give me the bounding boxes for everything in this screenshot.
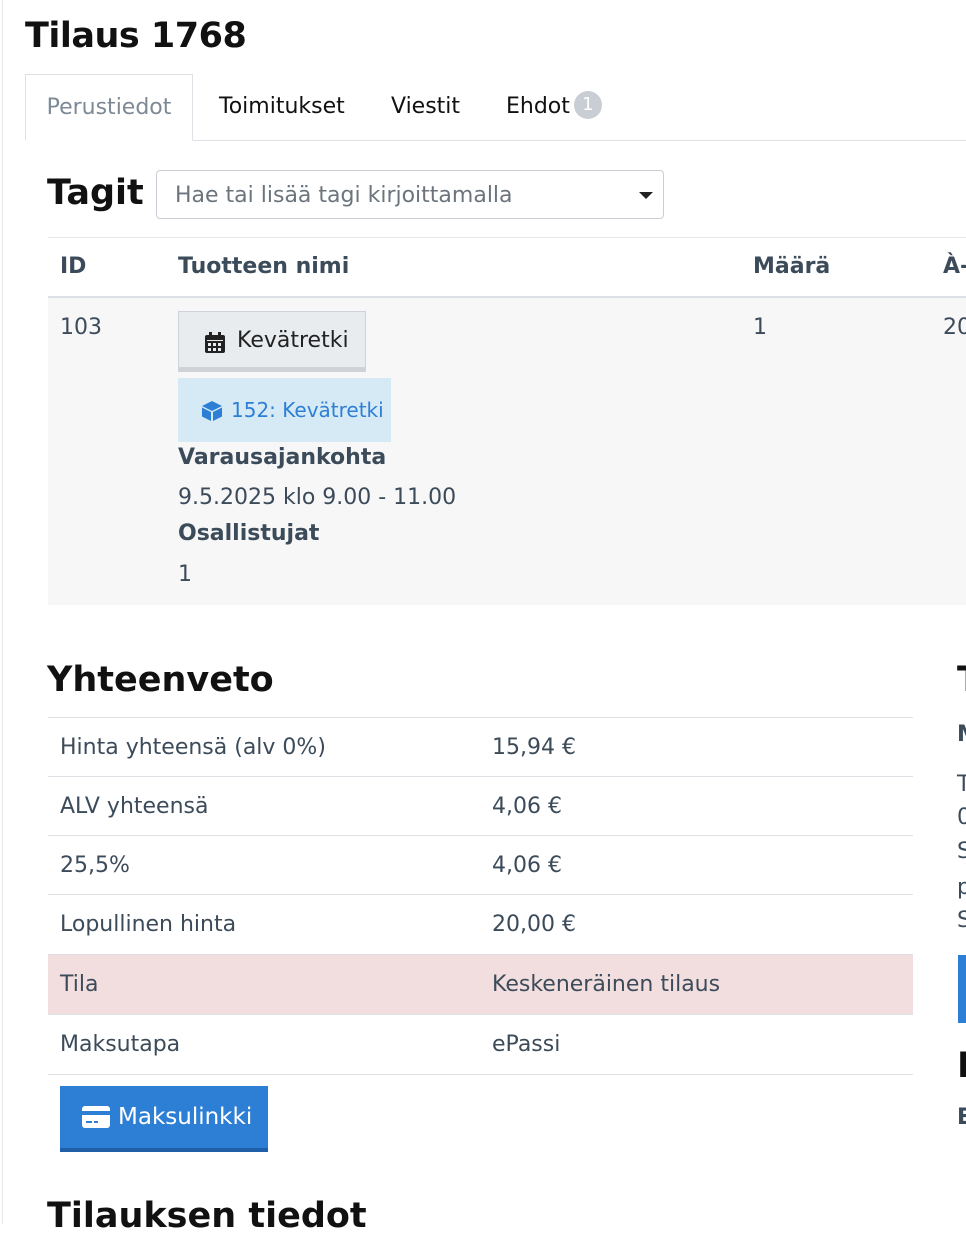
row-id: 103 (60, 315, 102, 340)
summary-row: Hinta yhteensä (alv 0%) 15,94 € (48, 717, 913, 777)
tag-search-select[interactable]: Hae tai lisää tagi kirjoittamalla (156, 170, 664, 219)
right-panel-second-text: E (957, 1105, 966, 1130)
right-panel-text-line: p (957, 875, 966, 900)
summary-row: ALV yhteensä 4,06 € (48, 776, 913, 836)
right-panel-title: T (957, 660, 966, 700)
product-link-label: 152: Kevätretki (231, 398, 384, 422)
summary-value: 4,06 € (492, 853, 562, 878)
tags-label: Tagit (47, 173, 144, 213)
table-row: 103 Kevätretki 152: Kevätretki Varausaja… (48, 298, 966, 605)
summary-value: 20,00 € (492, 912, 576, 937)
column-header-unit-price[interactable]: À- (943, 238, 966, 296)
summary-label: ALV yhteensä (60, 794, 209, 819)
cube-icon (202, 401, 222, 421)
summary-row: Lopullinen hinta 20,00 € (48, 894, 913, 954)
product-link[interactable]: 152: Kevätretki (178, 378, 391, 442)
tab-viestit[interactable]: Viestit (391, 74, 460, 140)
tag-search-placeholder: Hae tai lisää tagi kirjoittamalla (175, 183, 513, 208)
participants-value: 1 (178, 562, 192, 587)
payment-method-value: ePassi (492, 1032, 561, 1057)
payment-method-label: Maksutapa (60, 1032, 181, 1057)
content-left-border (2, 0, 3, 1224)
status-label: Tila (60, 972, 99, 997)
summary-label: Hinta yhteensä (alv 0%) (60, 735, 326, 760)
payment-link-label: Maksulinkki (118, 1104, 253, 1130)
summary-row: Maksutapa ePassi (48, 1014, 913, 1075)
right-panel-text-line: 0 (957, 805, 966, 830)
summary-title: Yhteenveto (47, 660, 274, 700)
right-panel-button[interactable] (958, 955, 966, 1023)
status-row: Tila Keskeneräinen tilaus (48, 954, 913, 1014)
row-quantity: 1 (753, 315, 767, 340)
order-info-title: Tilauksen tiedot (47, 1196, 367, 1236)
booking-time-label: Varausajankohta (178, 445, 387, 470)
page-title: Tilaus 1768 (25, 16, 247, 56)
tab-ehdot-count-badge: 1 (573, 91, 602, 119)
right-panel-second-title: L (957, 1046, 966, 1086)
order-tabs: Perustiedot Toimitukset Viestit Ehdot 1 (25, 74, 966, 141)
tab-toimitukset[interactable]: Toimitukset (219, 74, 345, 140)
right-panel-text-line: S (957, 839, 966, 864)
column-header-product-name[interactable]: Tuotteen nimi (178, 238, 349, 296)
event-button-label: Kevätretki (237, 328, 349, 353)
column-header-id[interactable]: ID (60, 238, 86, 296)
status-value: Keskeneräinen tilaus (492, 972, 721, 997)
products-table-header: ID Tuotteen nimi Määrä À- (48, 237, 966, 299)
summary-label: 25,5% (60, 853, 130, 878)
calendar-icon (205, 332, 225, 353)
summary-label: Lopullinen hinta (60, 912, 237, 937)
summary-row: 25,5% 4,06 € (48, 835, 913, 895)
summary-value: 4,06 € (492, 794, 562, 819)
right-panel-text-line: S (957, 908, 966, 933)
right-panel-subtitle: M (957, 722, 966, 747)
tab-ehdot-label: Ehdot (506, 94, 570, 119)
summary-value: 15,94 € (492, 735, 576, 760)
tab-perustiedot[interactable]: Perustiedot (25, 74, 193, 141)
row-unit-price: 20 (943, 315, 966, 340)
booking-time-value: 9.5.2025 klo 9.00 - 11.00 (178, 485, 457, 510)
chevron-down-icon[interactable] (639, 192, 653, 199)
event-button[interactable]: Kevätretki (178, 311, 366, 372)
participants-label: Osallistujat (178, 521, 320, 546)
right-panel-text-line: T (957, 772, 966, 797)
credit-card-icon (82, 1106, 110, 1128)
column-header-quantity[interactable]: Määrä (753, 238, 830, 296)
payment-link-button[interactable]: Maksulinkki (60, 1086, 268, 1152)
tab-ehdot[interactable]: Ehdot 1 (506, 74, 602, 140)
